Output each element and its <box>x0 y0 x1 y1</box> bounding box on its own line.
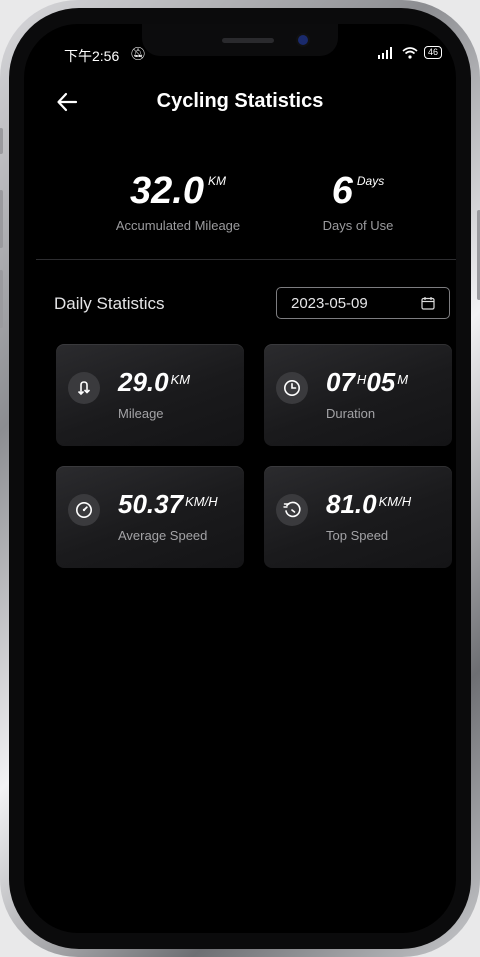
duration-minutes: 05 <box>366 367 396 397</box>
duration-card: 07 H05 M Duration <box>264 344 452 446</box>
section-divider <box>36 259 456 260</box>
duration-hours-unit: H <box>356 372 367 387</box>
clock-icon <box>276 372 308 404</box>
status-time: 下午2:56 <box>64 48 120 64</box>
speaker-grille <box>222 38 274 43</box>
duration-hours: 07 <box>326 367 355 397</box>
accumulated-mileage-label: Accumulated Mileage <box>115 218 241 233</box>
average-speed-card: 50.37 KM/H Average Speed <box>56 466 244 568</box>
top-speed-card: 81.0 KM/H Top Speed <box>264 466 452 568</box>
volume-up-button <box>0 190 3 248</box>
calendar-icon <box>421 297 435 310</box>
duration-minutes-unit: M <box>397 372 409 387</box>
signal-icon <box>377 46 392 59</box>
front-camera <box>298 35 308 45</box>
duration-label: Duration <box>326 406 376 421</box>
average-speed-value: 50.37 <box>118 489 184 519</box>
days-of-use-stat: 6 Days Days of Use <box>308 172 408 233</box>
mute-switch <box>0 128 3 154</box>
average-speed-label: Average Speed <box>118 528 208 543</box>
accumulated-mileage-unit: KM <box>207 174 226 188</box>
daily-mileage-unit: KM <box>170 372 191 387</box>
daily-mileage-label: Mileage <box>118 406 164 421</box>
page-title: Cycling Statistics <box>156 90 324 112</box>
top-speed-value-group: 81.0 KM/H <box>326 490 411 518</box>
date-picker[interactable]: 2023-05-09 <box>276 287 450 319</box>
top-speed-unit: KM/H <box>378 494 412 509</box>
app-screen: 下午2:56 🔕︎ 46 Cycling Statistics 32.0 KM … <box>24 24 456 933</box>
mileage-card: 29.0 KM Mileage <box>56 344 244 446</box>
speed-timer-icon <box>276 494 308 526</box>
daily-mileage-value: 29.0 <box>118 367 169 397</box>
accumulated-mileage-stat: 32.0 KM Accumulated Mileage <box>110 172 246 233</box>
top-speed-label: Top Speed <box>326 528 389 543</box>
average-speed-unit: KM/H <box>185 494 218 509</box>
top-speed-value: 81.0 <box>326 489 377 519</box>
volume-down-button <box>0 270 3 328</box>
wifi-icon <box>402 46 418 59</box>
accumulated-mileage-value: 32.0 <box>130 170 204 212</box>
average-speed-value-group: 50.37 KM/H <box>118 490 218 518</box>
notch <box>142 24 338 56</box>
phone-frame: 下午2:56 🔕︎ 46 Cycling Statistics 32.0 KM … <box>0 0 480 957</box>
route-arrows-icon <box>68 372 100 404</box>
selected-date: 2023-05-09 <box>291 295 368 312</box>
daily-statistics-title: Daily Statistics <box>54 294 165 313</box>
gauge-icon <box>68 494 100 526</box>
summary-section: 32.0 KM Accumulated Mileage 6 Days Days of… <box>24 172 456 242</box>
silent-bell-icon: 🔕︎ <box>130 46 147 61</box>
days-of-use-unit: Days <box>356 174 385 188</box>
status-icons: 46 <box>376 46 442 59</box>
days-of-use-value: 6 <box>331 170 353 212</box>
days-of-use-label: Days of Use <box>322 218 394 233</box>
battery-indicator: 46 <box>423 46 442 59</box>
daily-mileage-value-group: 29.0 KM <box>118 368 190 396</box>
duration-value-group: 07 H05 M <box>326 368 408 396</box>
app-bar: Cycling Statistics <box>24 84 456 134</box>
